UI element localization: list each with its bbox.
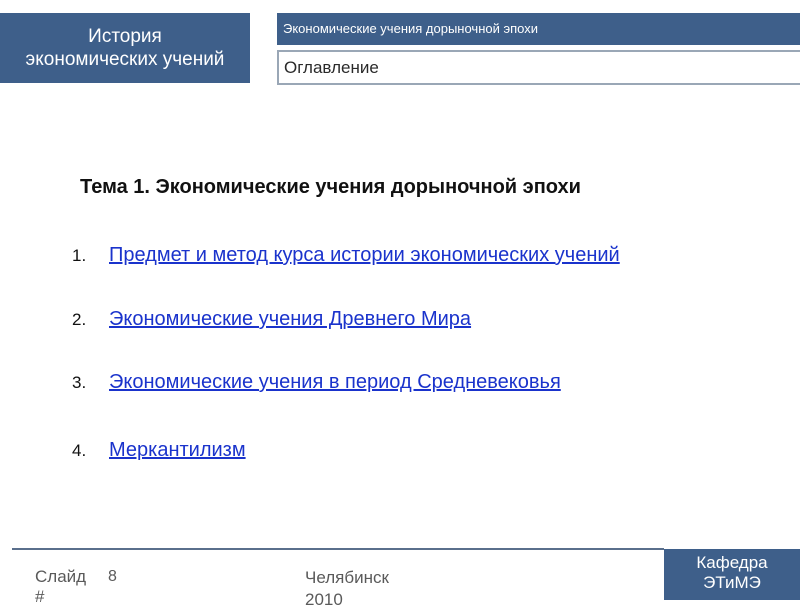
item-number: 1. — [72, 246, 87, 265]
list-item: 2. Экономические учения Древнего Мира — [72, 307, 471, 332]
item-number: 3. — [72, 373, 87, 392]
department-line2: ЭТиМЭ — [703, 573, 761, 592]
slide-number: 8 — [108, 568, 117, 585]
item-number: 2. — [72, 310, 87, 329]
subsection-title-box: Оглавление — [277, 50, 800, 85]
footer-divider — [12, 548, 664, 550]
department-box: Кафедра ЭТиМЭ — [664, 549, 800, 600]
department-line1: Кафедра — [696, 553, 768, 572]
course-title-line1: История — [88, 26, 162, 47]
slide-label: Слайд # — [35, 567, 87, 606]
topic-link-middle-ages[interactable]: Экономические учения в период Средневеко… — [109, 371, 561, 393]
footer-city-year: Челябинск 2010 — [305, 568, 389, 609]
list-item: 1. Предмет и метод курса истории экономич… — [72, 243, 620, 268]
item-number: 4. — [72, 441, 87, 460]
course-title-line2: экономических учений — [25, 49, 225, 70]
course-title-box: История экономических учений — [0, 13, 250, 83]
topic-link-subject-method[interactable]: Предмет и метод курса истории экономичес… — [109, 244, 620, 266]
section-title-bar: Экономические учения дорыночной эпохи — [277, 13, 800, 45]
list-item: 3. Экономические учения в период Средневе… — [72, 370, 561, 395]
topic-link-mercantilism[interactable]: Меркантилизм — [109, 439, 246, 461]
list-item: 4. Меркантилизм — [72, 438, 246, 463]
topic-title: Тема 1. Экономические учения дорыночной … — [80, 176, 581, 198]
topic-link-ancient-world[interactable]: Экономические учения Древнего Мира — [109, 308, 471, 330]
